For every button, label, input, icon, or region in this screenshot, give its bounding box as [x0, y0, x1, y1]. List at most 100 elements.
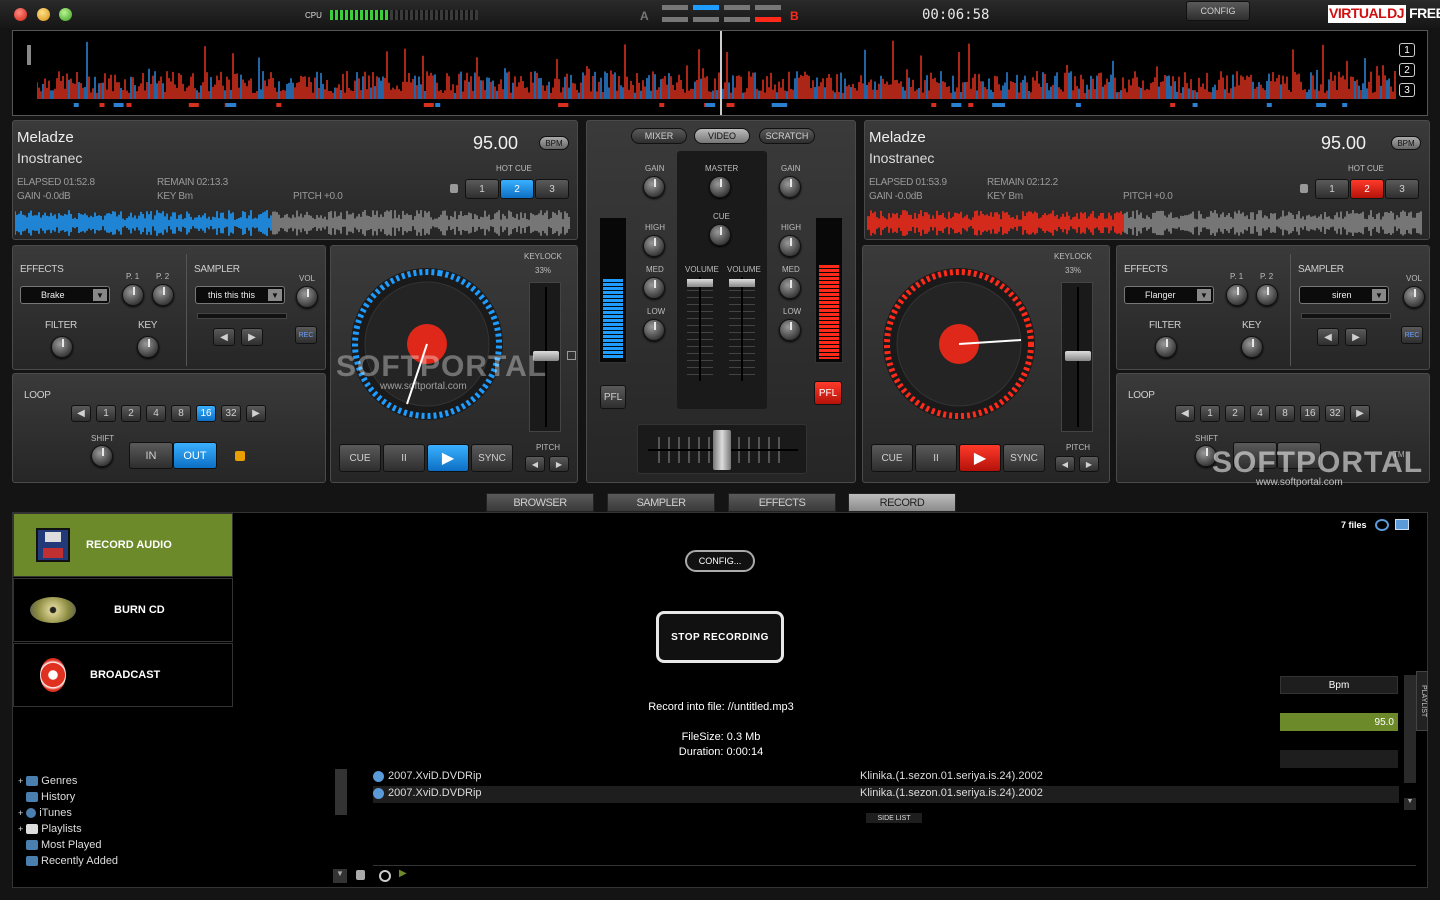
mixer-pfl-left[interactable]: PFL [600, 385, 626, 409]
crossfader-handle[interactable] [713, 430, 731, 470]
deck-right-loop-32[interactable]: 32 [1325, 405, 1345, 422]
nav-burn-cd[interactable]: BURN CD [13, 578, 233, 642]
deck-left-effect-select[interactable]: Brake ▼ [20, 286, 110, 304]
mixer-high-knob-right[interactable] [779, 235, 801, 257]
deck-right-loop-1[interactable]: 1 [1200, 405, 1220, 422]
tab-browser[interactable]: BROWSER [486, 493, 594, 512]
deck-right-hotcue-2[interactable]: 2 [1350, 179, 1384, 199]
deck-right-play-button[interactable]: ▶ [959, 444, 1001, 472]
deck-right-sampler-prev[interactable]: ◀ [1317, 328, 1339, 346]
tab-record[interactable]: RECORD [848, 493, 956, 512]
table-row[interactable]: 2007.XviD.DVDRip Klinika.(1.sezon.01.ser… [373, 786, 1399, 803]
mixer-med-knob-left[interactable] [643, 277, 665, 299]
deck-right-waveform[interactable] [867, 209, 1427, 237]
mixer-low-knob-left[interactable] [643, 319, 665, 341]
deck-right-loop-16[interactable]: 16 [1300, 405, 1320, 422]
lock-icon[interactable] [235, 451, 245, 461]
deck-left-lock-icon[interactable] [450, 184, 458, 193]
deck-right-loop-prev[interactable]: ◀ [1175, 405, 1195, 422]
close-window-button[interactable] [14, 8, 27, 21]
mixer-volume-fader-left[interactable] [687, 277, 713, 381]
deck-right-pitch-up[interactable]: ▶ [1079, 456, 1099, 472]
mixer-low-knob-right[interactable] [779, 319, 801, 341]
deck-left-sample-select[interactable]: this this this ▼ [195, 286, 285, 304]
tree-scroll-down[interactable]: ▼ [333, 869, 347, 883]
deck-left-pause-button[interactable]: II [383, 444, 425, 472]
config-button[interactable]: CONFIG [1186, 1, 1250, 21]
deck-right-hotcue-1[interactable]: 1 [1315, 179, 1349, 199]
deck-right-p2-knob[interactable] [1256, 284, 1278, 306]
deck-left-sampler-rec[interactable]: REC [295, 326, 317, 344]
tab-sampler[interactable]: SAMPLER [607, 493, 715, 512]
monitor-icon[interactable] [1395, 519, 1409, 530]
info-scrollbar[interactable] [1404, 675, 1416, 783]
deck-right-sync-button[interactable]: SYNC [1003, 444, 1045, 472]
deck-right-cue-button[interactable]: CUE [871, 444, 913, 472]
mixer-cue-knob[interactable] [709, 224, 731, 246]
overview-playhead[interactable] [27, 45, 31, 65]
zoom-window-button[interactable] [59, 8, 72, 21]
tab-effects[interactable]: EFFECTS [728, 493, 836, 512]
minimize-window-button[interactable] [37, 8, 50, 21]
mixer-gain-knob-right[interactable] [779, 176, 801, 198]
deck-right-hotcue-3[interactable]: 3 [1385, 179, 1419, 199]
mixer-med-knob-right[interactable] [779, 277, 801, 299]
deck-left-pitch-reset[interactable] [567, 351, 576, 360]
deck-left-p1-knob[interactable] [122, 284, 144, 306]
nav-broadcast[interactable]: BROADCAST [13, 643, 233, 707]
deck-right-filter-knob[interactable] [1155, 336, 1177, 358]
side-list-button[interactable]: SIDE LIST [866, 813, 922, 823]
deck-right-pitch-slider[interactable] [1061, 282, 1093, 432]
deck-right-bpm-button[interactable]: BPM [1391, 136, 1421, 150]
search-icon[interactable] [1375, 519, 1389, 531]
tree-most-played[interactable]: Most Played [26, 839, 102, 851]
deck-right-lock-icon[interactable] [1300, 184, 1308, 193]
table-row[interactable]: 2007.XviD.DVDRip Klinika.(1.sezon.01.ser… [373, 769, 1399, 786]
stop-recording-button[interactable]: STOP RECORDING [656, 611, 784, 663]
overview-button-1[interactable]: 1 [1399, 43, 1415, 57]
mixer-volume-handle-right[interactable] [729, 279, 755, 287]
deck-left-pitch-up[interactable]: ▶ [549, 456, 569, 472]
deck-left-sampler-play[interactable]: ▶ [241, 328, 263, 346]
deck-left-key-knob[interactable] [137, 336, 159, 358]
deck-left-loop-in[interactable]: IN [129, 442, 173, 469]
deck-left-play-button[interactable]: ▶ [427, 444, 469, 472]
deck-right-loop-2[interactable]: 2 [1225, 405, 1245, 422]
tree-history[interactable]: History [26, 791, 75, 803]
deck-left-hotcue-3[interactable]: 3 [535, 179, 569, 199]
search-icon[interactable] [379, 870, 391, 882]
tree-scrollbar[interactable] [335, 769, 347, 815]
deck-left-hotcue-1[interactable]: 1 [465, 179, 499, 199]
deck-left-loop-16[interactable]: 16 [196, 405, 216, 422]
deck-right-sampler-play[interactable]: ▶ [1345, 328, 1367, 346]
deck-left-jog-wheel[interactable] [347, 264, 507, 424]
mixer-volume-handle-left[interactable] [687, 279, 713, 287]
deck-left-bpm-button[interactable]: BPM [539, 136, 569, 150]
tree-recently-added[interactable]: Recently Added [26, 855, 118, 867]
mixer-tab-video[interactable]: VIDEO [694, 128, 750, 144]
deck-right-pitch-handle[interactable] [1065, 351, 1091, 361]
mixer-tab-scratch[interactable]: SCRATCH [759, 128, 815, 144]
deck-left-sampler-prev[interactable]: ◀ [213, 328, 235, 346]
mixer-volume-fader-right[interactable] [729, 277, 755, 381]
crossfader[interactable] [637, 424, 807, 474]
deck-right-sample-select[interactable]: siren ▼ [1299, 286, 1389, 304]
deck-left-filter-knob[interactable] [51, 336, 73, 358]
tree-genres[interactable]: + Genres [18, 775, 77, 787]
list-scroll-down[interactable]: ▼ [1404, 798, 1416, 810]
deck-right-jog-wheel[interactable] [879, 264, 1039, 424]
deck-left-loop-1[interactable]: 1 [96, 405, 116, 422]
deck-left-loop-next[interactable]: ▶ [246, 405, 266, 422]
deck-right-loop-4[interactable]: 4 [1250, 405, 1270, 422]
playlist-tab[interactable]: PLAYLIST [1416, 671, 1428, 731]
record-config-button[interactable]: CONFIG... [685, 550, 755, 572]
deck-left-shift-knob[interactable] [91, 445, 113, 467]
deck-right-sampler-vol-knob[interactable] [1403, 286, 1425, 308]
deck-left-p2-knob[interactable] [152, 284, 174, 306]
deck-left-loop-prev[interactable]: ◀ [71, 405, 91, 422]
lock-icon[interactable] [356, 870, 365, 880]
deck-left-loop-2[interactable]: 2 [121, 405, 141, 422]
deck-right-loop-8[interactable]: 8 [1275, 405, 1295, 422]
mixer-high-knob-left[interactable] [643, 235, 665, 257]
track-overview[interactable]: 1 2 3 [12, 30, 1428, 116]
